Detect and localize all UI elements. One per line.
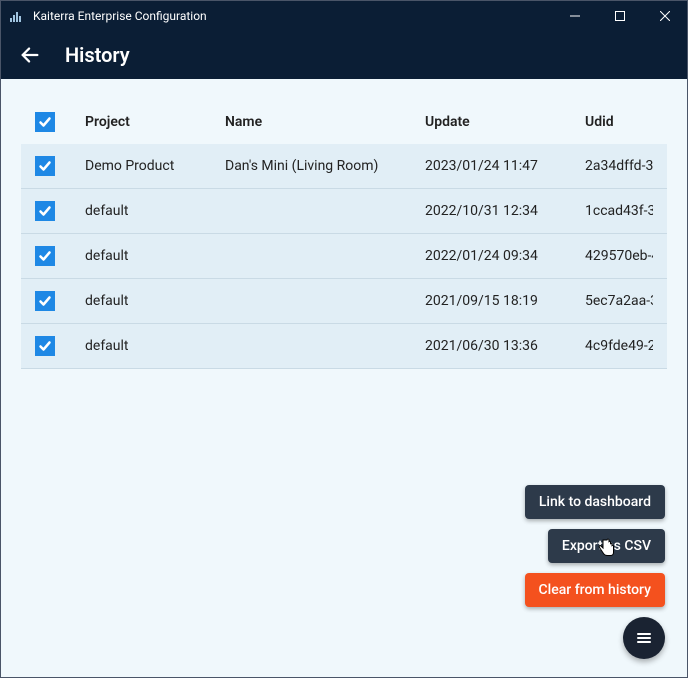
minimize-button[interactable]	[552, 1, 597, 31]
close-button[interactable]	[642, 1, 687, 31]
page-header: History	[1, 31, 687, 79]
cell-udid: 5ec7a2aa-35c4-	[585, 293, 653, 309]
cell-udid: 2a34dffd-355a-4	[585, 158, 653, 174]
cell-udid: 429570eb-4474-	[585, 248, 653, 264]
header-project: Project	[85, 114, 225, 130]
cell-update: 2023/01/24 11:47	[425, 158, 585, 174]
table-row[interactable]: default 2022/10/31 12:341ccad43f-33b6-	[21, 189, 667, 234]
row-checkbox[interactable]	[35, 201, 55, 221]
app-icon	[9, 9, 27, 23]
table-row[interactable]: Demo ProductDan's Mini (Living Room)2023…	[21, 144, 667, 189]
row-checkbox[interactable]	[35, 291, 55, 311]
window-title: Kaiterra Enterprise Configuration	[33, 9, 552, 23]
link-to-dashboard-button[interactable]: Link to dashboard	[525, 485, 665, 519]
cell-update: 2021/09/15 18:19	[425, 293, 585, 309]
header-name: Name	[225, 114, 425, 130]
maximize-button[interactable]	[597, 1, 642, 31]
row-checkbox[interactable]	[35, 336, 55, 356]
window-controls	[552, 1, 687, 31]
export-as-csv-button[interactable]: Export as CSV	[548, 529, 665, 563]
back-icon[interactable]	[19, 44, 41, 66]
cell-update: 2022/10/31 12:34	[425, 203, 585, 219]
cell-project: default	[85, 248, 225, 264]
header-udid: Udid	[585, 114, 653, 130]
content-area: Project Name Update Udid Demo ProductDan…	[1, 79, 687, 677]
titlebar: Kaiterra Enterprise Configuration	[1, 1, 687, 31]
cell-project: default	[85, 203, 225, 219]
page-title: History	[65, 43, 130, 67]
row-checkbox[interactable]	[35, 156, 55, 176]
cell-update: 2022/01/24 09:34	[425, 248, 585, 264]
select-all-checkbox[interactable]	[35, 112, 55, 132]
fab-menu-button[interactable]	[623, 617, 665, 659]
cell-udid: 1ccad43f-33b6-	[585, 203, 653, 219]
header-update: Update	[425, 114, 585, 130]
cell-project: default	[85, 338, 225, 354]
cell-project: default	[85, 293, 225, 309]
table-row[interactable]: default 2022/01/24 09:34429570eb-4474-	[21, 234, 667, 279]
table-header-row: Project Name Update Udid	[21, 99, 667, 144]
cell-update: 2021/06/30 13:36	[425, 338, 585, 354]
table-row[interactable]: default 2021/06/30 13:364c9fde49-20d5-	[21, 324, 667, 369]
cell-name: Dan's Mini (Living Room)	[225, 158, 425, 174]
speed-dial: Link to dashboard Export as CSV Clear fr…	[525, 485, 665, 659]
cell-project: Demo Product	[85, 158, 225, 174]
history-table: Project Name Update Udid Demo ProductDan…	[21, 99, 667, 369]
table-row[interactable]: default 2021/09/15 18:195ec7a2aa-35c4-	[21, 279, 667, 324]
clear-from-history-button[interactable]: Clear from history	[525, 573, 665, 607]
cell-udid: 4c9fde49-20d5-	[585, 338, 653, 354]
row-checkbox[interactable]	[35, 246, 55, 266]
